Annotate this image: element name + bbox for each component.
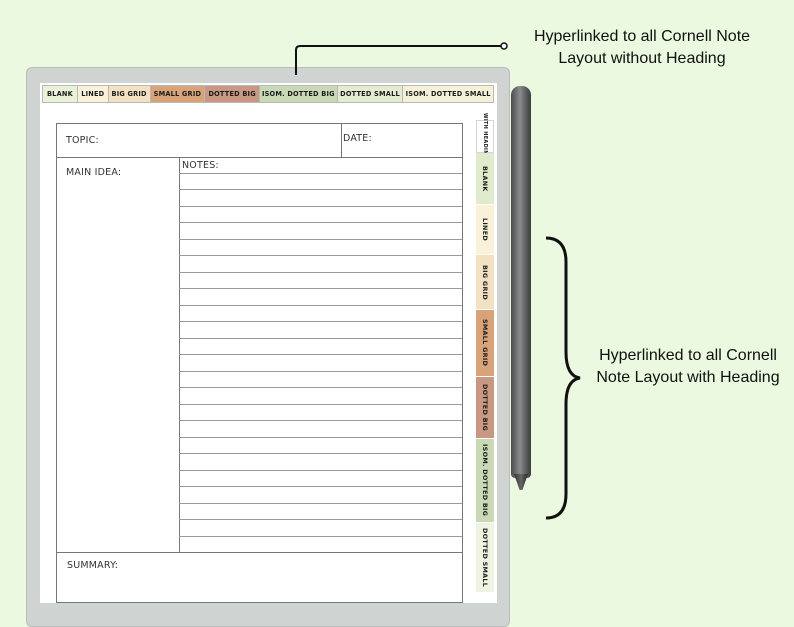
side-annotation: Hyperlinked to all Cornell Note Layout w… (596, 347, 780, 386)
top-annotation: Hyperlinked to all Cornell Note Layout w… (533, 28, 751, 67)
top-callout-dot (500, 42, 508, 50)
top-callout-line (295, 45, 502, 75)
annotation-connectors (295, 42, 581, 520)
side-brace (545, 236, 581, 520)
